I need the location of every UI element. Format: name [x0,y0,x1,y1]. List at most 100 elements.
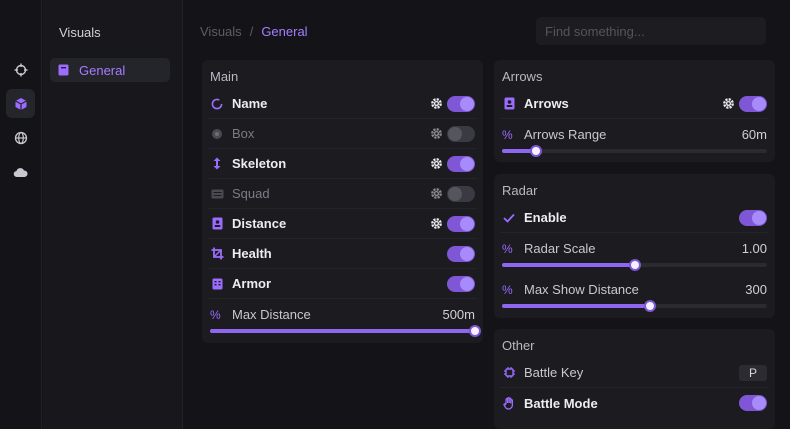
armor-toggle[interactable] [447,275,475,292]
check-icon [502,211,516,225]
gear-icon[interactable] [430,127,443,140]
setting-label: Battle Mode [524,395,598,411]
box-toggle[interactable] [447,125,475,142]
battle-mode-toggle[interactable] [739,395,767,411]
globe-icon [14,131,27,144]
panel-other: Other Battle Key P Battle Mode [494,329,775,429]
hand-icon [502,396,516,410]
crosshair-icon [14,63,27,76]
setting-label: Name [232,96,268,111]
gear-icon[interactable] [430,157,443,170]
setting-row-squad: Squad [208,179,477,209]
setting-row-distance: Distance [208,209,477,239]
panel-radar: Radar Enable % Radar Scale 1.00 % Max Sh… [494,174,775,318]
slider-value: 1.00 [741,241,767,256]
main-content: Visuals / General Main Name Box Skeleton S… [184,0,790,429]
slider-label: Max Show Distance [524,282,639,297]
slider-fill [210,329,475,333]
setting-label: Health [232,246,272,261]
slider-thumb[interactable] [530,145,543,157]
panel-title: Other [502,338,535,353]
setting-label: Enable [524,210,567,225]
setting-label: Arrows [524,96,569,111]
setting-row-enable: Enable [500,203,769,233]
gear-icon[interactable] [430,187,443,200]
grid-icon [210,277,224,291]
ring-icon [210,97,224,111]
cloud-icon [13,167,28,177]
setting-label: Box [232,126,255,141]
breadcrumb: Visuals / General [200,24,308,39]
slider-track[interactable] [502,145,767,157]
contact-card-icon [210,217,224,231]
setting-row-battle-key: Battle Key P [500,358,769,388]
setting-label: Squad [232,186,270,201]
breadcrumb-item[interactable]: Visuals [200,24,242,39]
gear-icon[interactable] [722,97,735,110]
crop-icon [210,247,224,261]
percent-icon: % [502,127,513,142]
chip-icon [502,366,516,380]
cube-icon [14,97,27,110]
squad-toggle[interactable] [447,185,475,202]
slider-value: 500m [442,307,475,322]
setting-row-box: Box [208,119,477,149]
setting-label: Skeleton [232,156,287,171]
setting-label: Battle Key [524,365,584,380]
rail-item-crosshair[interactable] [6,55,35,84]
breadcrumb-current: General [261,24,308,39]
rail-item-visuals[interactable] [6,89,35,118]
rail-item-world[interactable] [6,123,35,152]
setting-label: Armor [232,276,272,291]
setting-row-health: Health [208,239,477,269]
slider-fill [502,263,635,267]
slider-label: Arrows Range [524,127,607,142]
panel-main: Main Name Box Skeleton Squad Distance He… [202,60,483,343]
vertical-arrows-icon [210,157,224,171]
keybind-button[interactable]: P [739,364,767,381]
arrows-toggle[interactable] [739,95,767,112]
search-input[interactable] [536,17,766,45]
slider-thumb[interactable] [644,300,657,312]
radar-scale-slider: % Radar Scale 1.00 [500,235,769,275]
target-icon [210,127,224,141]
setting-row-battle-mode: Battle Mode [500,388,769,418]
setting-row-name: Name [208,89,477,119]
panel-arrows: Arrows Arrows % Arrows Range 60m [494,60,775,162]
name-toggle[interactable] [447,95,475,112]
bookmark-icon [58,64,69,76]
max-show-distance-slider: % Max Show Distance 300 [500,276,769,316]
enable-toggle[interactable] [739,209,767,226]
percent-icon: % [502,241,513,256]
sidebar-item-general[interactable]: General [50,58,170,82]
slider-thumb[interactable] [628,259,641,271]
sidebar-item-label: General [79,62,126,78]
distance-toggle[interactable] [447,215,475,232]
rail-item-cloud[interactable] [6,157,35,186]
setting-row-armor: Armor [208,269,477,299]
slider-fill [502,304,651,308]
panel-title: Arrows [502,69,543,84]
gear-icon[interactable] [430,217,443,230]
icon-rail [0,0,42,429]
slider-label: Radar Scale [524,241,596,256]
slider-thumb[interactable] [469,325,481,337]
arrows-range-slider: % Arrows Range 60m [500,121,769,161]
panel-title: Main [210,69,239,84]
slider-value: 300 [745,282,767,297]
breadcrumb-separator: / [249,24,254,39]
sidebar-title: Visuals [59,25,101,40]
slider-track[interactable] [502,300,767,312]
health-toggle[interactable] [447,245,475,262]
setting-row-arrows: Arrows [500,89,769,119]
percent-icon: % [210,307,221,322]
gear-icon[interactable] [430,97,443,110]
slider-value: 60m [741,127,767,142]
panel-title: Radar [502,183,538,198]
setting-label: Distance [232,216,287,231]
skeleton-toggle[interactable] [447,155,475,172]
setting-row-skeleton: Skeleton [208,149,477,179]
contact-card-icon [502,97,516,111]
slider-track[interactable] [210,325,481,337]
slider-track[interactable] [502,259,767,271]
